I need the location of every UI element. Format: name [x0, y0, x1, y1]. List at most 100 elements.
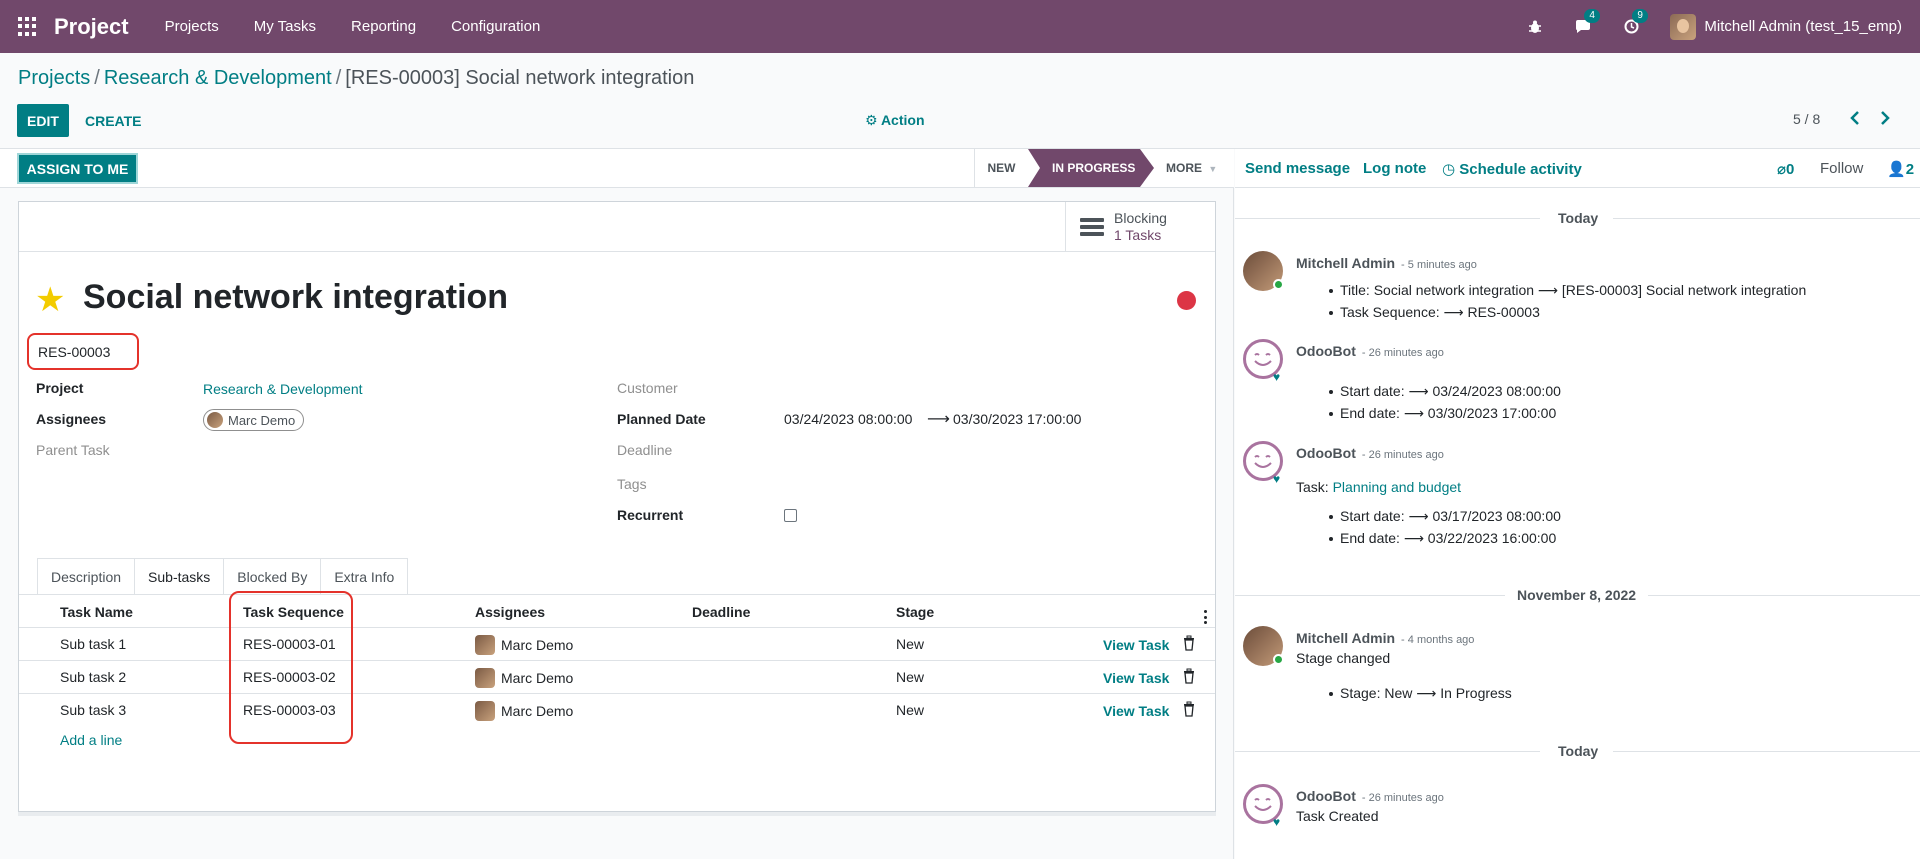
- message-date: - 4 months ago: [1401, 634, 1475, 646]
- stage-more-dropdown[interactable]: MORE ▼: [1166, 161, 1217, 175]
- row-assignee-name: Marc Demo: [501, 637, 574, 653]
- stage-in-progress[interactable]: IN PROGRESS: [1028, 149, 1154, 187]
- row-assignee: Marc Demo: [475, 635, 573, 655]
- attachments-button[interactable]: ⌀0: [1777, 160, 1794, 178]
- pager-value[interactable]: 5 / 8: [1793, 111, 1820, 127]
- action-menu[interactable]: ⚙ Action: [865, 112, 925, 129]
- message-author[interactable]: OdooBot - 26 minutes ago: [1296, 343, 1444, 359]
- row-assignee: Marc Demo: [475, 701, 573, 721]
- col-assignees[interactable]: Assignees: [475, 604, 545, 620]
- tracking-value: End date: ⟶ 03/22/2023 16:00:00: [1340, 530, 1557, 546]
- schedule-activity-button[interactable]: ◷ Schedule activity: [1442, 160, 1582, 178]
- send-message-button[interactable]: Send message: [1245, 160, 1350, 177]
- deadline-label: Deadline: [617, 442, 673, 458]
- tab-extra-info[interactable]: Extra Info: [320, 558, 409, 595]
- star-priority-icon[interactable]: ★: [35, 280, 65, 320]
- row-stage: New: [896, 636, 925, 652]
- task-sequence-field: RES-00003: [27, 333, 139, 370]
- blocking-smart-button[interactable]: Blocking 1 Tasks: [1065, 202, 1215, 252]
- message-author-name: Mitchell Admin: [1296, 255, 1396, 271]
- create-button[interactable]: CREATE: [85, 104, 142, 137]
- status-bar: ASSIGN TO ME NEW IN PROGRESS MORE ▼: [0, 149, 1234, 188]
- trash-icon[interactable]: [1183, 701, 1195, 717]
- add-a-line-link[interactable]: Add a line: [60, 732, 122, 748]
- message-body: Task: Planning and budget: [1296, 479, 1461, 495]
- view-task-button[interactable]: View Task: [1103, 703, 1169, 719]
- stage-new[interactable]: NEW: [974, 149, 1028, 187]
- online-status-icon: [1273, 654, 1284, 665]
- user-menu[interactable]: Mitchell Admin (test_15_emp): [1670, 13, 1902, 40]
- row-stage: New: [896, 702, 925, 718]
- tab-description[interactable]: Description: [37, 558, 135, 595]
- tracking-value: Start date: ⟶ 03/17/2023 08:00:00: [1340, 508, 1561, 524]
- messages-icon[interactable]: 4: [1574, 8, 1600, 36]
- row-task-name: Sub task 2: [60, 669, 127, 685]
- message-author[interactable]: Mitchell Admin - 5 minutes ago: [1296, 255, 1477, 271]
- planned-date-start[interactable]: 03/24/2023 08:00:00: [784, 411, 912, 427]
- assignee-tag[interactable]: Marc Demo: [203, 409, 305, 431]
- followers-button[interactable]: 👤2: [1887, 160, 1914, 178]
- message-author[interactable]: Mitchell Admin - 4 months ago: [1296, 630, 1474, 646]
- breadcrumb: Projects / Research & Development / [RES-000…: [18, 67, 695, 89]
- bullet: [1329, 692, 1333, 696]
- bullet: [1329, 537, 1333, 541]
- paperclip-icon: ⌀: [1777, 161, 1787, 178]
- col-task-name[interactable]: Task Name: [60, 604, 133, 620]
- heart-icon: ♥: [1273, 472, 1281, 486]
- task-title[interactable]: Social network integration: [83, 278, 508, 317]
- log-note-button[interactable]: Log note: [1363, 160, 1426, 177]
- view-task-button[interactable]: View Task: [1103, 670, 1169, 686]
- message-author[interactable]: OdooBot - 26 minutes ago: [1296, 445, 1444, 461]
- schedule-activity-label: Schedule activity: [1459, 161, 1582, 178]
- caret-down-icon: ▼: [1208, 164, 1218, 174]
- assign-to-me-button[interactable]: ASSIGN TO ME: [17, 153, 138, 184]
- follow-button[interactable]: Follow: [1820, 160, 1863, 177]
- pager-next-icon[interactable]: [1875, 108, 1895, 128]
- date-range-arrow: ⟶: [927, 411, 950, 428]
- row-task-name: Sub task 1: [60, 636, 127, 652]
- subtasks-table-header: Task Name Task Sequence Assignees Deadli…: [19, 595, 1215, 628]
- project-field[interactable]: Research & Development: [203, 381, 363, 397]
- table-row[interactable]: Sub task 3 RES-00003-03 Marc Demo New Vi…: [19, 694, 1215, 727]
- message-prefix: Task:: [1296, 479, 1333, 495]
- assignee-avatar: [475, 701, 495, 721]
- view-task-button[interactable]: View Task: [1103, 637, 1169, 653]
- bullet: [1329, 515, 1333, 519]
- task-sequence-highlight: [229, 591, 353, 744]
- date-separator-label: November 8, 2022: [1517, 587, 1637, 603]
- planning-and-budget-link[interactable]: Planning and budget: [1333, 479, 1461, 495]
- debug-bug-icon[interactable]: [1526, 18, 1544, 36]
- menu-my-tasks[interactable]: My Tasks: [254, 18, 316, 35]
- pager-previous-icon[interactable]: [1845, 108, 1865, 128]
- kanban-state-dot[interactable]: [1177, 291, 1196, 310]
- breadcrumb-projects[interactable]: Projects: [18, 67, 90, 89]
- tracking-value: Task Sequence: ⟶ RES-00003: [1340, 304, 1540, 320]
- planned-date-end[interactable]: 03/30/2023 17:00:00: [953, 411, 1081, 427]
- tasks-list-icon: [1080, 218, 1104, 236]
- bullet: [1329, 412, 1333, 416]
- col-deadline[interactable]: Deadline: [692, 604, 750, 620]
- table-row[interactable]: Sub task 1 RES-00003-01 Marc Demo New Vi…: [19, 628, 1215, 661]
- message-body: Task Created: [1296, 808, 1379, 824]
- trash-icon[interactable]: [1183, 668, 1195, 684]
- date-separator: November 8, 2022: [1235, 585, 1920, 605]
- message-author[interactable]: OdooBot - 26 minutes ago: [1296, 788, 1444, 804]
- trash-icon[interactable]: [1183, 635, 1195, 651]
- col-stage[interactable]: Stage: [896, 604, 934, 620]
- table-row[interactable]: Sub task 2 RES-00003-02 Marc Demo New Vi…: [19, 661, 1215, 694]
- apps-menu-icon[interactable]: [18, 16, 38, 37]
- recurrent-checkbox[interactable]: [784, 509, 797, 522]
- menu-configuration[interactable]: Configuration: [451, 18, 540, 35]
- menu-reporting[interactable]: Reporting: [351, 18, 416, 35]
- tab-sub-tasks[interactable]: Sub-tasks: [134, 558, 224, 595]
- app-brand[interactable]: Project: [54, 14, 129, 40]
- assignees-label: Assignees: [36, 411, 107, 427]
- breadcrumb-project[interactable]: Research & Development: [104, 67, 332, 89]
- tracking-value: Title: Social network integration ⟶ [RES…: [1340, 282, 1807, 298]
- optional-columns-icon[interactable]: [1204, 610, 1207, 624]
- edit-button[interactable]: EDIT: [17, 104, 69, 137]
- menu-projects[interactable]: Projects: [165, 18, 219, 35]
- tab-blocked-by[interactable]: Blocked By: [223, 558, 321, 595]
- activities-clock-icon[interactable]: 9: [1622, 8, 1648, 36]
- date-separator-label: Today: [1558, 743, 1599, 759]
